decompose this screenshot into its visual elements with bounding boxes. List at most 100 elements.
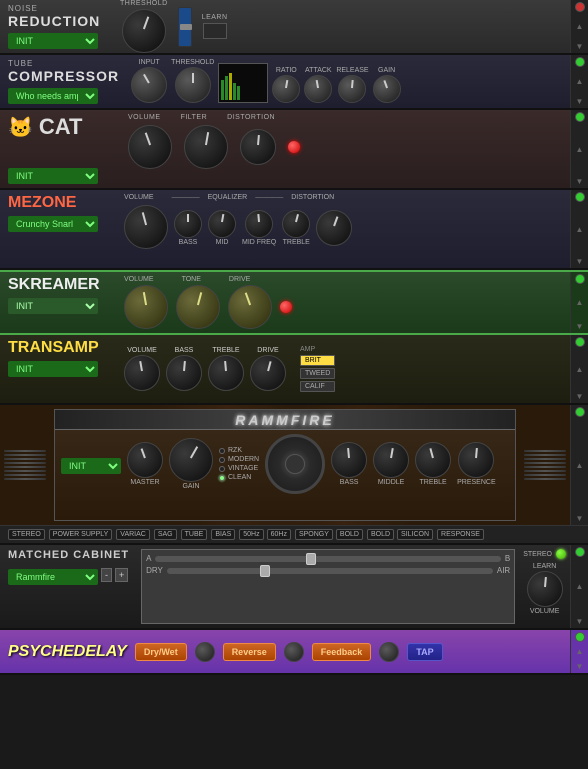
response-btn[interactable]: RESPONSE [437,529,484,540]
power-supply-toggle[interactable]: POWER SUPPLY [49,529,113,540]
mezone-arrow-down[interactable]: ▼ [573,256,587,266]
skreamer-arrow-up[interactable]: ▲ [573,298,587,308]
variac-toggle[interactable]: VARIAC [116,529,150,540]
rammfire-arrow-up[interactable]: ▲ [573,460,587,470]
skreamer-arrow-down[interactable]: ▼ [573,321,587,331]
tube-ratio-label: RATIO [276,67,297,74]
delay-drywet-btn[interactable]: Dry/Wet [135,643,187,661]
rammfire-radio-modern[interactable]: MODERN [219,456,259,463]
cabinet-power-btn[interactable] [575,547,585,557]
rammfire-middle-knob[interactable] [373,442,409,478]
cat-volume-knob[interactable] [128,125,172,169]
delay-tap-btn[interactable]: TAP [407,643,442,661]
transamp-treble-knob[interactable] [208,355,244,391]
mezone-power-btn[interactable] [575,192,585,202]
transamp-tweed-btn[interactable]: TWEED [300,368,335,379]
learn-button[interactable] [203,23,227,39]
noise-power-btn[interactable] [575,2,585,12]
transamp-power-btn[interactable] [575,337,585,347]
cat-arrow-down[interactable]: ▼ [573,176,587,186]
mezone-preset-select[interactable]: Crunchy Snarl [8,216,98,232]
skreamer-power-btn[interactable] [575,274,585,284]
mezone-arrow-up[interactable]: ▲ [573,224,587,234]
mezone-dist-knob[interactable] [316,210,352,246]
transamp-bass-knob[interactable] [166,355,202,391]
delay-reverse-btn[interactable]: Reverse [223,643,276,661]
bold-btn[interactable]: BOLD [336,529,363,540]
cabinet-preset-select[interactable]: Rammfire [8,569,98,585]
cabinet-arrow-up[interactable]: ▲ [573,582,587,592]
tube-ratio-knob[interactable] [272,75,300,103]
rammfire-treble-knob[interactable] [415,442,451,478]
rammfire-gain-knob[interactable] [169,438,213,482]
dry-air-slider[interactable] [167,568,493,574]
delay-arrow-up[interactable]: ▲ [573,647,587,657]
delay-feedback-knob[interactable] [379,642,399,662]
hz-50-btn[interactable]: 50Hz [239,529,263,540]
mezone-volume-knob[interactable] [124,205,168,249]
mezone-mid-knob[interactable] [208,210,236,238]
tube-gain-knob[interactable] [373,75,401,103]
tube-attack-knob[interactable] [304,75,332,103]
mezone-midfreq-knob[interactable] [245,210,273,238]
transamp-drive-knob[interactable] [250,355,286,391]
threshold-knob[interactable] [122,9,166,53]
tube-arrow-up[interactable]: ▲ [573,77,587,87]
cat-filter-knob[interactable] [184,125,228,169]
mezone-bass-knob[interactable] [174,210,202,238]
ab-slider[interactable] [155,556,500,562]
rammfire-bass-knob[interactable] [331,442,367,478]
skreamer-volume-knob[interactable] [124,285,168,329]
bias-toggle[interactable]: BIAS [211,529,235,540]
sag-toggle[interactable]: SAG [154,529,177,540]
cat-arrow-up[interactable]: ▲ [573,144,587,154]
transamp-arrow-down[interactable]: ▼ [573,391,587,401]
rammfire-arrow-down[interactable]: ▼ [573,513,587,523]
silicon-btn[interactable]: SILICON [397,529,433,540]
rammfire-radio-vintage[interactable]: VINTAGE [219,465,259,472]
transamp-preset-select[interactable]: INIT [8,361,98,377]
vent-r8 [524,478,566,480]
rammfire-master-knob[interactable] [127,442,163,478]
spongy-btn[interactable]: SPONGY [295,529,333,540]
rammfire-power-btn[interactable] [575,407,585,417]
transamp-volume-knob[interactable] [124,355,160,391]
cabinet-plus-btn[interactable]: + [115,568,128,582]
tube-type-toggle[interactable]: TUBE [181,529,208,540]
mezone-treble-knob[interactable] [282,210,310,238]
rammfire-radio-rzk[interactable]: RZK [219,447,259,454]
delay-feedback-btn[interactable]: Feedback [312,643,372,661]
hz-60-btn[interactable]: 60Hz [267,529,291,540]
delay-arrow-down[interactable]: ▼ [573,661,587,671]
cabinet-volume-knob[interactable] [527,571,563,607]
threshold-slider[interactable] [178,7,192,47]
stereo-toggle[interactable]: STEREO [8,529,45,540]
noise-preset-select[interactable]: INIT [8,33,98,49]
tube-threshold-knob[interactable] [175,67,211,103]
tube-release-knob[interactable] [338,75,366,103]
noise-arrow-up[interactable]: ▲ [573,22,587,32]
cat-distortion-knob[interactable] [240,129,276,165]
rammfire-radio-clean[interactable]: CLEAN [219,474,259,481]
delay-reverse-knob[interactable] [284,642,304,662]
tube-arrow-down[interactable]: ▼ [573,96,587,106]
tube-input-knob[interactable] [131,67,167,103]
cat-power-btn[interactable] [575,112,585,122]
transamp-arrow-up[interactable]: ▲ [573,364,587,374]
skreamer-tone-knob[interactable] [176,285,220,329]
delay-power-btn[interactable] [575,632,585,642]
tube-power-btn[interactable] [575,57,585,67]
delay-drywet-knob[interactable] [195,642,215,662]
skreamer-preset-select[interactable]: INIT [8,298,98,314]
rammfire-preset-select[interactable]: INIT [61,458,121,474]
transamp-calif-btn[interactable]: CALIF [300,381,335,392]
noise-arrow-down[interactable]: ▼ [573,41,587,51]
cat-preset-select[interactable]: INIT [8,168,98,184]
transamp-brit-btn[interactable]: BRIT [300,355,335,366]
cabinet-arrow-down[interactable]: ▼ [573,616,587,626]
bold2-btn[interactable]: BOLD [367,529,394,540]
rammfire-presence-knob[interactable] [458,442,494,478]
tube-preset-select[interactable]: Who needs amps? [8,88,98,104]
cabinet-minus-btn[interactable]: - [101,568,112,582]
skreamer-drive-knob[interactable] [228,285,272,329]
